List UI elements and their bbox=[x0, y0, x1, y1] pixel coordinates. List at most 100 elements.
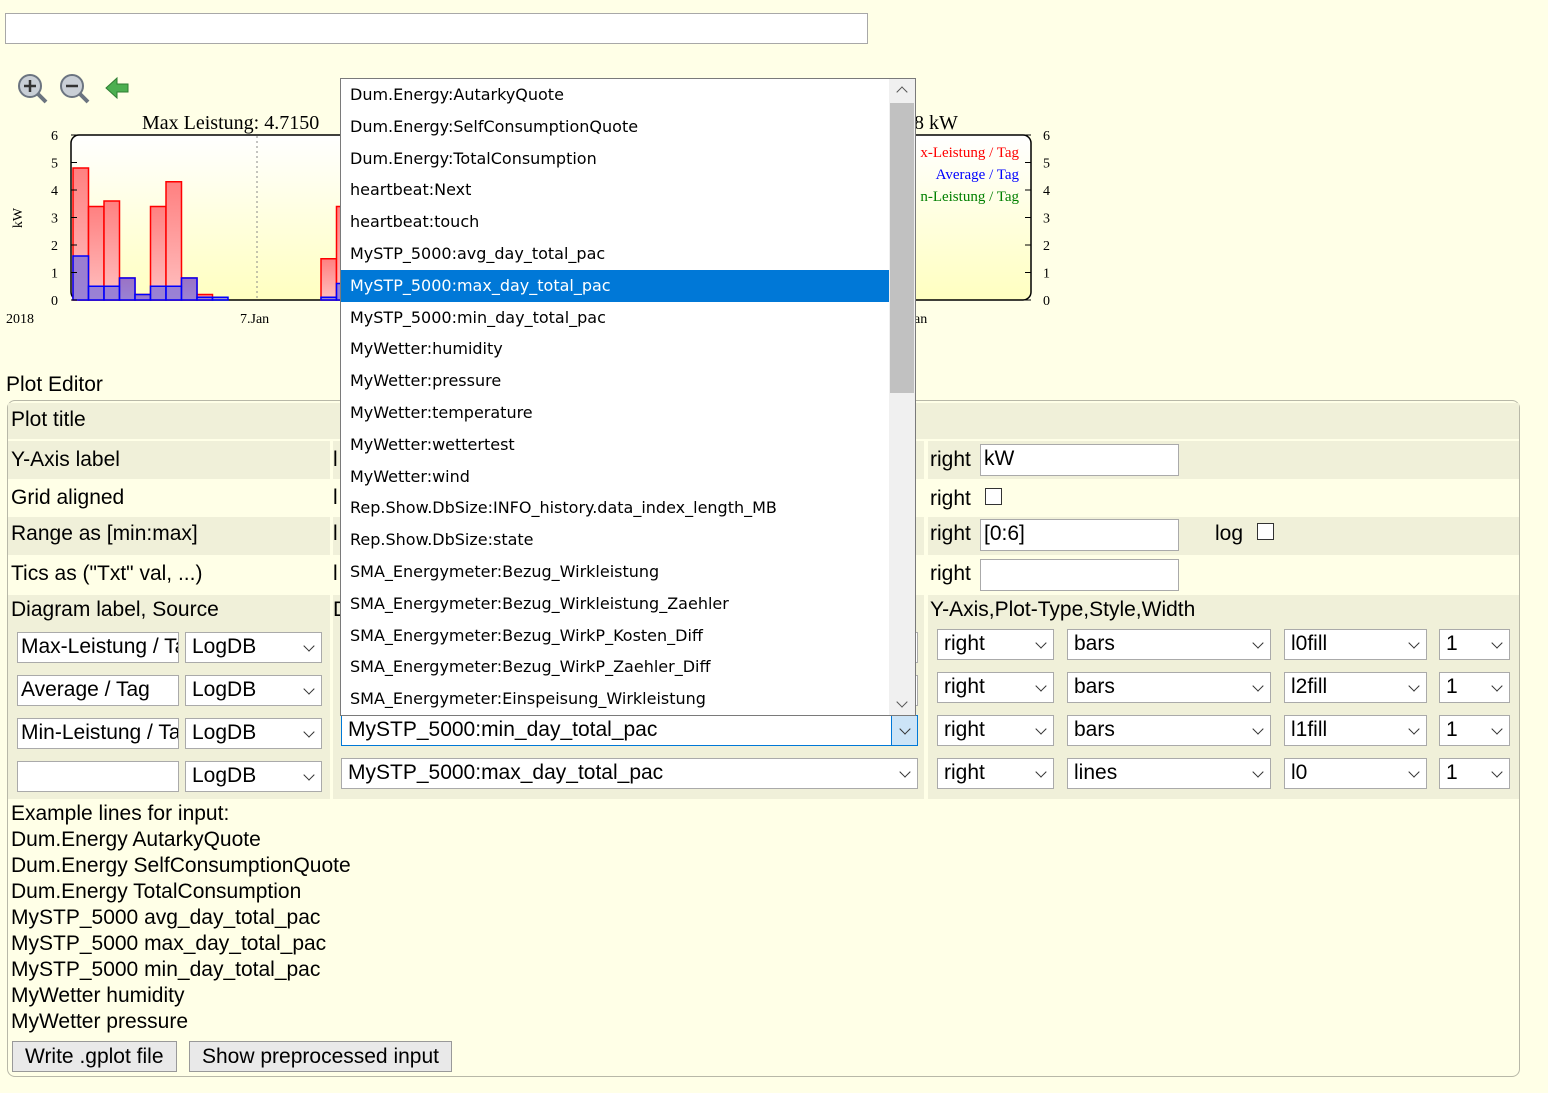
dropdown-scrollbar[interactable] bbox=[889, 79, 915, 715]
series-axis-select[interactable]: right bbox=[937, 629, 1054, 660]
dropdown-option[interactable]: MyWetter:humidity bbox=[341, 333, 889, 365]
chevron-down-icon bbox=[1252, 765, 1264, 778]
dropdown-option[interactable]: SMA_Energymeter:Einspeisung_Wirkleistung bbox=[341, 683, 889, 715]
y-axis-plot-type-header: Y-Axis,Plot-Type,Style,Width bbox=[930, 598, 1196, 621]
example-header: Example lines for input: bbox=[11, 802, 230, 825]
example-line: Dum.Energy AutarkyQuote bbox=[11, 828, 261, 851]
y-tick-label-left: 0 bbox=[51, 294, 58, 309]
dropdown-toggle[interactable] bbox=[891, 716, 917, 745]
example-line: Dum.Energy TotalConsumption bbox=[11, 880, 302, 903]
series-width-select[interactable]: 1 bbox=[1439, 629, 1510, 660]
range-right-input[interactable]: [0:6] bbox=[980, 519, 1179, 551]
dropdown-option[interactable]: heartbeat:Next bbox=[341, 174, 889, 206]
dropdown-option[interactable]: MyWetter:temperature bbox=[341, 397, 889, 429]
chart-title: Max Leistung: 4.7150 bbox=[142, 112, 319, 134]
log-checkbox[interactable] bbox=[1257, 523, 1274, 540]
range-label: Range as [min:max] bbox=[11, 522, 198, 545]
dropdown-option[interactable]: MyWetter:pressure bbox=[341, 365, 889, 397]
series-plot-type-select[interactable]: bars bbox=[1067, 629, 1271, 660]
scroll-down-icon[interactable] bbox=[896, 696, 908, 708]
dropdown-option[interactable]: Dum.Energy:TotalConsumption bbox=[341, 143, 889, 175]
zoom-in-icon[interactable] bbox=[16, 72, 48, 104]
dropdown-option[interactable]: Rep.Show.DbSize:state bbox=[341, 524, 889, 556]
y-axis-label-right-input[interactable]: kW bbox=[980, 444, 1179, 476]
series-label-input[interactable] bbox=[17, 761, 179, 792]
back-arrow-icon[interactable] bbox=[104, 72, 130, 104]
chevron-down-icon bbox=[1491, 765, 1503, 778]
x-tick-label-1: 7.Jan bbox=[240, 312, 269, 327]
y-tick-label-right: 0 bbox=[1043, 294, 1050, 309]
y-axis-label-label: Y-Axis label bbox=[11, 448, 120, 471]
scrollbar-thumb[interactable] bbox=[890, 103, 914, 393]
log-label: log bbox=[1215, 522, 1244, 545]
dropdown-option[interactable]: MySTP_5000:avg_day_total_pac bbox=[341, 238, 889, 270]
y-tick-label-right: 5 bbox=[1043, 157, 1050, 172]
write-gplot-button[interactable]: Write .gplot file bbox=[12, 1041, 177, 1072]
tics-right-input[interactable] bbox=[980, 559, 1179, 591]
chevron-down-icon bbox=[1252, 679, 1264, 692]
y-tick-label-right: 6 bbox=[1043, 129, 1050, 144]
chevron-down-icon bbox=[1491, 636, 1503, 649]
dropdown-option[interactable]: heartbeat:touch bbox=[341, 206, 889, 238]
series-axis-select[interactable]: right bbox=[937, 715, 1054, 746]
series-label-input[interactable]: Max-Leistung / Tag bbox=[17, 632, 179, 663]
chevron-down-icon bbox=[303, 725, 315, 738]
chevron-down-icon bbox=[1408, 722, 1420, 735]
dropdown-option[interactable]: MySTP_5000:max_day_total_pac bbox=[341, 269, 889, 302]
series-plot-type-select[interactable]: bars bbox=[1067, 672, 1271, 703]
y-tick-label-left: 1 bbox=[51, 267, 58, 282]
zoom-out-icon[interactable] bbox=[58, 72, 90, 104]
series-axis-select[interactable]: right bbox=[937, 758, 1054, 789]
series-reading-select-open[interactable]: MySTP_5000:min_day_total_pac bbox=[341, 715, 918, 746]
grid-aligned-right-checkbox[interactable] bbox=[985, 488, 1002, 505]
dropdown-option[interactable]: SMA_Energymeter:Bezug_WirkP_Kosten_Diff bbox=[341, 620, 889, 652]
series-reading-select[interactable]: MySTP_5000:max_day_total_pac bbox=[341, 758, 918, 789]
reading-dropdown-list[interactable]: Dum.Energy:AutarkyQuote Dum.Energy:SelfCo… bbox=[340, 78, 916, 716]
left-column-label: l bbox=[333, 448, 338, 471]
y-axis-label-left: kW bbox=[11, 207, 26, 228]
series-source-select[interactable]: LogDB bbox=[185, 675, 322, 706]
series-width-select[interactable]: 1 bbox=[1439, 715, 1510, 746]
chevron-down-icon bbox=[1491, 722, 1503, 735]
chevron-down-icon bbox=[303, 768, 315, 781]
dropdown-option[interactable]: SMA_Energymeter:Bezug_WirkP_Zaehler_Diff bbox=[341, 651, 889, 683]
series-style-select[interactable]: l0fill bbox=[1284, 629, 1427, 660]
bar-max bbox=[103, 200, 121, 301]
dropdown-option[interactable]: MyWetter:wettertest bbox=[341, 429, 889, 461]
series-style-select[interactable]: l1fill bbox=[1284, 715, 1427, 746]
dropdown-option[interactable]: Dum.Energy:AutarkyQuote bbox=[341, 79, 889, 111]
chevron-down-icon bbox=[1035, 765, 1047, 778]
legend-entry-min: n-Leistung / Tag bbox=[920, 189, 1019, 205]
command-input[interactable] bbox=[5, 13, 868, 44]
dropdown-option[interactable]: SMA_Energymeter:Bezug_Wirkleistung bbox=[341, 556, 889, 588]
bar-average bbox=[211, 296, 229, 301]
series-source-select[interactable]: LogDB bbox=[185, 761, 322, 792]
series-source-select[interactable]: LogDB bbox=[185, 718, 322, 749]
series-plot-type-select[interactable]: lines bbox=[1067, 758, 1271, 789]
series-label-input[interactable]: Average / Tag bbox=[17, 675, 179, 706]
scroll-up-icon[interactable] bbox=[896, 86, 908, 98]
series-width-select[interactable]: 1 bbox=[1439, 672, 1510, 703]
series-plot-type-select[interactable]: bars bbox=[1067, 715, 1271, 746]
dropdown-option[interactable]: MyWetter:wind bbox=[341, 461, 889, 493]
chevron-down-icon bbox=[1035, 679, 1047, 692]
example-line: MySTP_5000 max_day_total_pac bbox=[11, 932, 327, 955]
dropdown-option[interactable]: Rep.Show.DbSize:INFO_history.data_index_… bbox=[341, 492, 889, 524]
y-tick-label-right: 4 bbox=[1043, 184, 1050, 199]
bar-average bbox=[72, 255, 90, 301]
bar-average bbox=[103, 285, 121, 301]
series-source-select[interactable]: LogDB bbox=[185, 632, 322, 663]
series-style-select[interactable]: l2fill bbox=[1284, 672, 1427, 703]
dropdown-option[interactable]: MySTP_5000:min_day_total_pac bbox=[341, 302, 889, 334]
dropdown-option[interactable]: Dum.Energy:SelfConsumptionQuote bbox=[341, 111, 889, 143]
dropdown-option[interactable]: SMA_Energymeter:Bezug_Wirkleistung_Zaehl… bbox=[341, 588, 889, 620]
chevron-down-icon bbox=[1491, 679, 1503, 692]
chevron-down-icon bbox=[1252, 722, 1264, 735]
series-axis-select[interactable]: right bbox=[937, 672, 1054, 703]
series-label-input[interactable]: Min-Leistung / Tag bbox=[17, 718, 179, 749]
series-style-select[interactable]: l0 bbox=[1284, 758, 1427, 789]
left-column-label: l bbox=[333, 486, 338, 509]
series-width-select[interactable]: 1 bbox=[1439, 758, 1510, 789]
show-preprocessed-button[interactable]: Show preprocessed input bbox=[189, 1041, 452, 1072]
bar-max bbox=[165, 181, 183, 301]
